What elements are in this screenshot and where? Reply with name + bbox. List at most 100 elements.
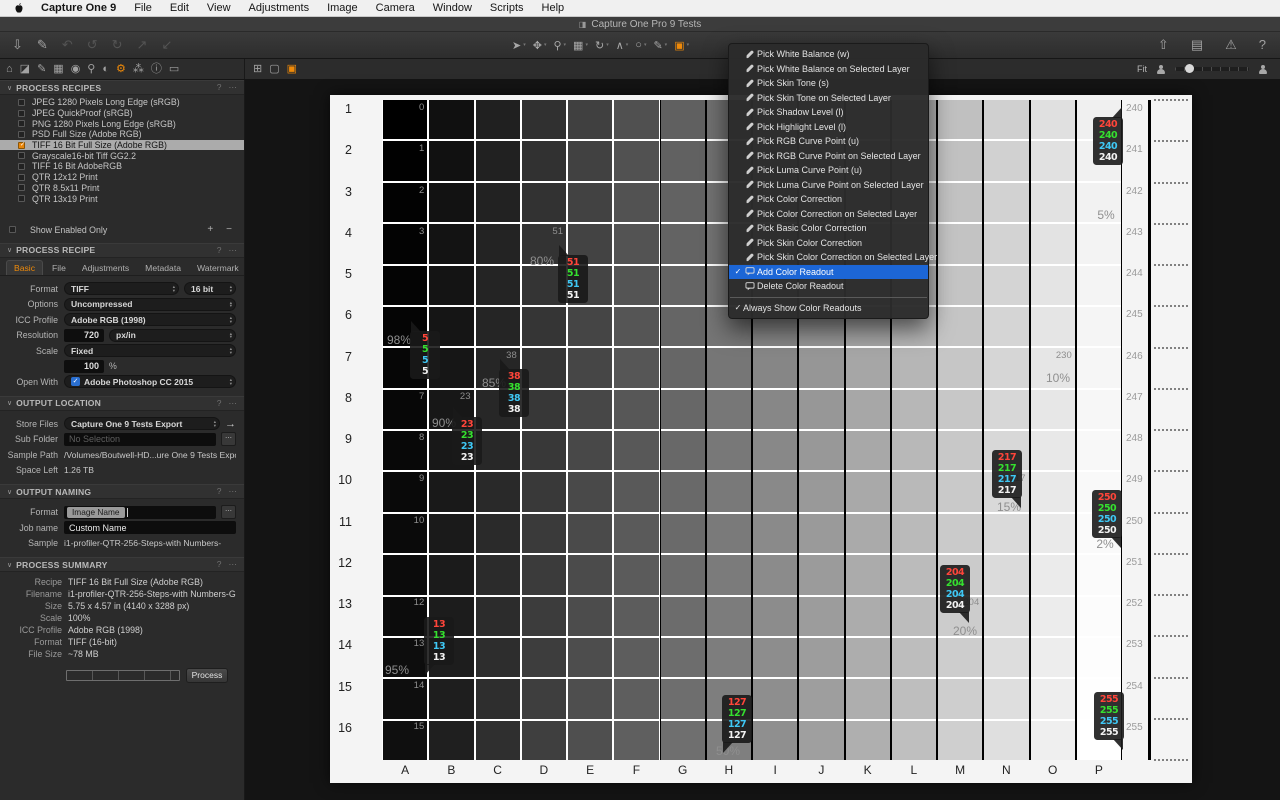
job-name-field[interactable]: Custom Name — [64, 521, 236, 534]
recipe-checkbox[interactable] — [18, 120, 25, 127]
menu-item-pick-skin-color-correction[interactable]: Pick Skin Color Correction — [729, 236, 928, 251]
recipe-row[interactable]: QTR 8.5x11 Print — [0, 183, 244, 194]
output-naming-header[interactable]: ∨ OUTPUT NAMING ?⋯ — [0, 484, 244, 499]
recipe-row[interactable]: PSD Full Size (Adobe RGB) — [0, 129, 244, 140]
menubar-item-edit[interactable]: Edit — [161, 2, 198, 14]
panel-more-icon[interactable]: ⋯ — [229, 82, 238, 93]
print-icon[interactable]: ▤ — [1191, 32, 1203, 58]
naming-format-browse-button[interactable]: ⋯ — [221, 505, 236, 519]
color-readout[interactable]: 255255255255 — [1094, 692, 1124, 740]
menubar-item-image[interactable]: Image — [318, 2, 367, 14]
panel-more-icon[interactable]: ⋯ — [229, 245, 238, 256]
menu-item-pick-luma-curve-point-u-[interactable]: Pick Luma Curve Point (u) — [729, 163, 928, 178]
undo-icon[interactable]: ↶ — [62, 32, 73, 58]
tab-capture[interactable]: ◪ — [20, 59, 30, 79]
value-input[interactable]: 100 — [64, 360, 104, 373]
edit-pen-icon[interactable]: ✎ — [37, 32, 48, 58]
tab-lens[interactable]: ◉ — [71, 59, 81, 79]
spot-tool[interactable]: ○▾ — [635, 39, 646, 51]
disclosure-triangle-icon[interactable]: ∨ — [7, 84, 12, 92]
fit-zoom-button[interactable]: Fit — [1137, 64, 1147, 74]
menu-item-pick-shadow-level-l-[interactable]: Pick Shadow Level (l) — [729, 105, 928, 120]
import-icon[interactable]: ⇩ — [12, 32, 23, 58]
sub-folder-browse-button[interactable]: ⋯ — [221, 432, 236, 446]
tab-file[interactable]: File — [45, 261, 73, 275]
color-readout[interactable]: 250250250250 — [1092, 490, 1122, 538]
dropdown-format[interactable]: 16 bit▴▾ — [184, 282, 236, 295]
tab-watermark[interactable]: Watermark — [190, 261, 245, 275]
panel-more-icon[interactable]: ⋯ — [229, 486, 238, 497]
output-location-header[interactable]: ∨ OUTPUT LOCATION ?⋯ — [0, 396, 244, 411]
menu-item-delete-color-readout[interactable]: Delete Color Readout — [729, 279, 928, 294]
tab-basic[interactable]: Basic — [6, 260, 43, 275]
process-summary-header[interactable]: ∨ PROCESS SUMMARY ?⋯ — [0, 557, 244, 572]
zoom-slider[interactable] — [1175, 67, 1249, 71]
select-tool[interactable]: ➤▾ — [512, 39, 526, 52]
panel-help-icon[interactable]: ? — [217, 82, 222, 93]
store-files-dropdown[interactable]: Capture One 9 Tests Export ▴▾ — [64, 417, 220, 430]
panel-help-icon[interactable]: ? — [217, 398, 222, 409]
recipe-checkbox[interactable] — [18, 195, 25, 202]
dropdown-options[interactable]: Uncompressed▴▾ — [64, 298, 236, 311]
single-view-icon[interactable]: ▢ — [269, 59, 279, 79]
menubar-item-help[interactable]: Help — [533, 2, 574, 14]
menu-item-pick-rgb-curve-point-u-[interactable]: Pick RGB Curve Point (u) — [729, 134, 928, 149]
tab-adjustments[interactable]: Adjustments — [75, 261, 136, 275]
menu-item-pick-white-balance-w-[interactable]: Pick White Balance (w) — [729, 47, 928, 62]
menu-item-pick-skin-tone-s-[interactable]: Pick Skin Tone (s) — [729, 76, 928, 91]
tab-adjustments[interactable]: ◐ — [102, 59, 109, 79]
recipe-checkbox[interactable] — [18, 163, 25, 170]
multi-view-icon[interactable]: ⊞ — [253, 59, 262, 79]
recipe-row[interactable]: TIFF 16 Bit Full Size (Adobe RGB) — [0, 140, 244, 151]
tab-details[interactable]: ⚲ — [87, 59, 95, 79]
image-name-token[interactable]: Image Name — [67, 507, 125, 518]
value-input[interactable]: 720 — [64, 329, 104, 342]
color-readout[interactable]: 51515151 — [558, 255, 588, 303]
recipe-checkbox[interactable] — [18, 152, 25, 159]
tab-info[interactable]: ⓘ — [151, 59, 162, 79]
rotate-tool[interactable]: ↻▾ — [595, 39, 609, 52]
tab-color[interactable]: ✎ — [37, 59, 46, 79]
disclosure-triangle-icon[interactable]: ∨ — [7, 399, 12, 407]
menu-item-pick-luma-curve-point-on-selected-layer[interactable]: Pick Luma Curve Point on Selected Layer — [729, 178, 928, 193]
menu-item-pick-color-correction[interactable]: Pick Color Correction — [729, 192, 928, 207]
menu-item-pick-highlight-level-l-[interactable]: Pick Highlight Level (l) — [729, 120, 928, 135]
menu-item-pick-basic-color-correction[interactable]: Pick Basic Color Correction — [729, 221, 928, 236]
recipe-row[interactable]: QTR 13x19 Print — [0, 193, 244, 204]
recipe-checkbox[interactable] — [18, 99, 25, 106]
color-readout[interactable]: 5555 — [410, 331, 440, 379]
menu-item-pick-skin-tone-on-selected-layer[interactable]: Pick Skin Tone on Selected Layer — [729, 91, 928, 106]
goto-folder-arrow-icon[interactable]: → — [225, 418, 236, 430]
recipe-checkbox[interactable] — [18, 110, 25, 117]
tab-folder[interactable]: ▭ — [169, 59, 179, 79]
menubar-item-scripts[interactable]: Scripts — [481, 2, 533, 14]
recipe-row[interactable]: QTR 12x12 Print — [0, 172, 244, 183]
menubar-app-menu[interactable]: Capture One 9 — [32, 2, 125, 14]
sub-folder-field[interactable]: No Selection — [64, 433, 216, 446]
pan-tool[interactable]: ✥▾ — [533, 39, 547, 52]
proof-view-icon[interactable]: ▣ — [287, 59, 297, 79]
loupe-tool[interactable]: ⚲▾ — [553, 39, 566, 52]
draw-mask-tool[interactable]: ✎▾ — [653, 39, 667, 52]
panel-help-icon[interactable]: ? — [217, 559, 222, 570]
menu-item-pick-color-correction-on-selected-layer[interactable]: Pick Color Correction on Selected Layer — [729, 207, 928, 222]
dropdown-format[interactable]: TIFF▴▾ — [64, 282, 179, 295]
recipe-row[interactable]: TIFF 16 Bit AdobeRGB — [0, 161, 244, 172]
tab-library[interactable]: ⌂ — [6, 59, 13, 79]
arrow-ne-icon[interactable]: ↗ — [137, 32, 148, 58]
tab-batch[interactable]: ⁂ — [133, 59, 144, 79]
color-picker-tool[interactable]: ▣▾ — [674, 39, 689, 52]
naming-format-field[interactable]: Image Name — [64, 506, 216, 519]
color-readout[interactable]: 204204204204 — [940, 565, 970, 613]
dropdown-open-with[interactable]: ✓Adobe Photoshop CC 2015▴▾ — [64, 375, 236, 388]
apple-menu-icon[interactable] — [14, 2, 24, 14]
panel-more-icon[interactable]: ⋯ — [229, 559, 238, 570]
menu-item-pick-rgb-curve-point-on-selected-layer[interactable]: Pick RGB Curve Point on Selected Layer — [729, 149, 928, 164]
menubar-item-adjustments[interactable]: Adjustments — [240, 2, 319, 14]
process-button[interactable]: Process — [186, 668, 228, 683]
menubar-item-window[interactable]: Window — [424, 2, 481, 14]
dropdown-resolution[interactable]: px/in▴▾ — [109, 329, 236, 342]
disclosure-triangle-icon[interactable]: ∨ — [7, 561, 12, 569]
menubar-item-file[interactable]: File — [125, 2, 161, 14]
recipe-checkbox-checked[interactable] — [18, 142, 25, 149]
